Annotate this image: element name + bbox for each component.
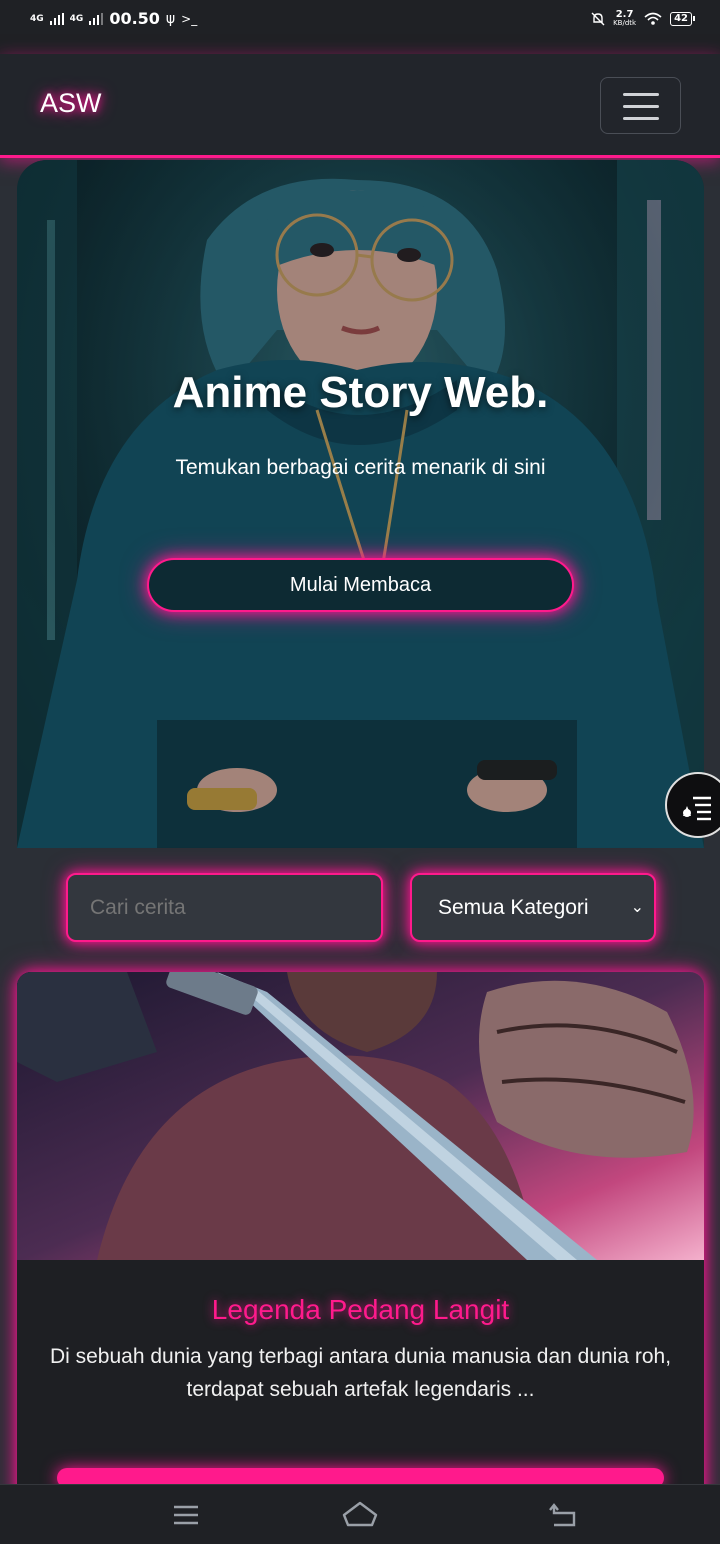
hero-banner: Anime Story Web. Temukan berbagai cerita… [17, 160, 704, 848]
story-card[interactable]: Legenda Pedang Langit Di sebuah dunia ya… [17, 972, 704, 1544]
menu-toggle-button[interactable] [600, 77, 681, 134]
story-title[interactable]: Legenda Pedang Langit [17, 1294, 704, 1326]
search-input[interactable] [66, 873, 383, 942]
wifi-icon [644, 12, 662, 25]
hero-illustration [17, 160, 704, 848]
terminal-icon: >_ [181, 11, 198, 26]
system-nav-bar [0, 1484, 720, 1544]
signal-icon [49, 12, 64, 25]
hero-title: Anime Story Web. [172, 368, 549, 417]
menu-lines-icon[interactable] [166, 1499, 206, 1531]
start-reading-button[interactable]: Mulai Membaca [147, 558, 574, 612]
signal-icon [89, 12, 104, 25]
brand-logo[interactable]: ASW [40, 88, 102, 119]
category-select-value: Semua Kategori [438, 896, 589, 919]
home-icon[interactable] [340, 1499, 380, 1531]
navbar: ASW [0, 54, 720, 158]
chevron-down-icon: ⌄ [630, 899, 644, 916]
category-select[interactable]: Semua Kategori ⌄ [410, 873, 656, 942]
network-label-1: 4G [30, 13, 44, 24]
clock: 00.50 [109, 9, 160, 28]
hero-subtitle: Temukan berbagai cerita menarik di sini [175, 456, 546, 479]
mute-icon [591, 12, 605, 26]
story-cover-image [17, 972, 704, 1260]
reader-menu-icon [683, 796, 711, 821]
network-label-2: 4G [69, 13, 84, 24]
net-speed: 2.7 [615, 9, 634, 20]
back-icon[interactable] [544, 1499, 584, 1531]
reader-floating-button[interactable] [665, 772, 720, 838]
battery-indicator: 42 [670, 12, 695, 26]
usb-icon: ψ [165, 10, 176, 27]
story-excerpt: Di sebuah dunia yang terbagi antara duni… [49, 1345, 672, 1401]
status-bar: 4G 4G 00.50 ψ >_ 2.7 KB/dtk 42 [0, 0, 720, 54]
net-speed-unit: KB/dtk [613, 19, 637, 27]
